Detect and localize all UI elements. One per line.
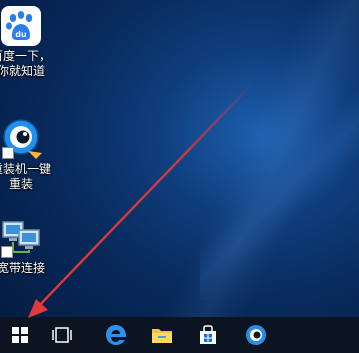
desktop-icon-label: 重装机一键重装: [0, 162, 51, 191]
desktop-icon-baidu[interactable]: du 百度一下，你就知道: [0, 6, 56, 79]
shortcut-arrow-icon: [2, 147, 14, 159]
store-icon: [200, 325, 216, 344]
start-button[interactable]: [0, 317, 40, 353]
shortcut-arrow-icon: [1, 246, 13, 258]
start-icon: [12, 327, 28, 343]
pinned-app-button[interactable]: [236, 317, 276, 353]
baidu-paw-icon: du: [1, 6, 41, 46]
desktop-icon-label: 百度一下，你就知道: [0, 49, 51, 78]
desktop-icon-broadband[interactable]: 宽带连接: [0, 218, 56, 276]
desktop: du 百度一下，你就知道 重装机一键重装: [0, 0, 359, 317]
file-explorer-button[interactable]: [142, 317, 182, 353]
svg-text:du: du: [15, 30, 27, 39]
store-button[interactable]: [188, 317, 228, 353]
edge-icon: [106, 325, 127, 345]
app-icon: [246, 325, 266, 345]
network-computers-icon: [0, 218, 43, 258]
task-view-button[interactable]: [42, 317, 82, 353]
file-explorer-icon: [152, 329, 172, 343]
task-view-icon: [52, 327, 72, 343]
desktop-icon-reinstall[interactable]: 重装机一键重装: [0, 117, 56, 192]
taskbar: [0, 317, 359, 353]
edge-button[interactable]: [96, 317, 136, 353]
desktop-icon-label: 宽带连接: [0, 261, 45, 275]
reinstall-eye-icon: [0, 117, 42, 159]
